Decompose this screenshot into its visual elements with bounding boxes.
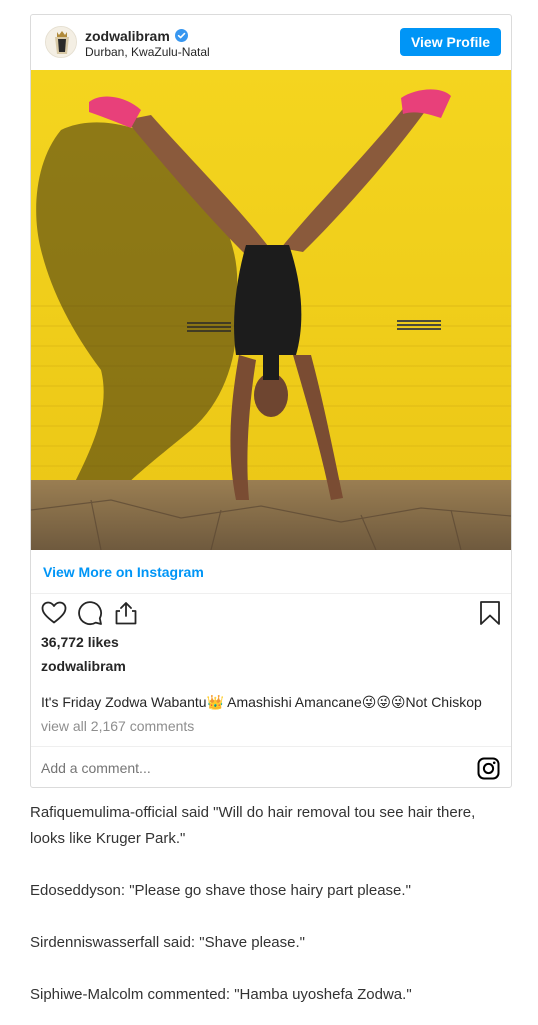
article-body: Rafiquemulima-official said "Will do hai… (30, 800, 510, 1025)
add-comment-input[interactable] (41, 760, 421, 776)
caption-username[interactable]: zodwalibram (41, 658, 126, 674)
view-more-bar: View More on Instagram (31, 550, 511, 594)
post-header: zodwalibram Durban, KwaZulu-Natal View P… (31, 15, 511, 70)
verified-badge-icon (174, 29, 188, 42)
article-paragraph: Siphiwe-Malcolm commented: "Hamba uyoshe… (30, 986, 412, 1003)
view-more-on-instagram-link[interactable]: View More on Instagram (43, 564, 204, 580)
comment-icon[interactable] (77, 600, 103, 626)
article-paragraph: Sirdenniswasserfall said: "Shave please.… (30, 934, 305, 951)
profile-avatar[interactable] (45, 26, 77, 58)
article-paragraph: Rafiquemulima-official said "Will do hai… (30, 804, 476, 847)
likes-count[interactable]: 36,772 likes (41, 634, 119, 650)
post-caption: It's Friday Zodwa Wabantu👑 Amashishi Ama… (41, 694, 482, 710)
instagram-embed-card: zodwalibram Durban, KwaZulu-Natal View P… (30, 14, 512, 788)
view-profile-button[interactable]: View Profile (400, 28, 501, 56)
instagram-icon[interactable] (477, 757, 500, 780)
article-paragraph: Edoseddyson: "Please go shave those hair… (30, 882, 411, 899)
add-comment-bar (31, 746, 511, 787)
post-photo[interactable] (31, 70, 511, 550)
share-icon[interactable] (113, 600, 139, 626)
username-row: zodwalibram (85, 27, 188, 44)
view-all-comments-link[interactable]: view all 2,167 comments (41, 718, 194, 734)
post-actions (31, 600, 511, 630)
heart-icon[interactable] (41, 600, 67, 626)
location-label[interactable]: Durban, KwaZulu-Natal (85, 45, 210, 59)
bookmark-icon[interactable] (477, 600, 503, 626)
username[interactable]: zodwalibram (85, 28, 170, 44)
